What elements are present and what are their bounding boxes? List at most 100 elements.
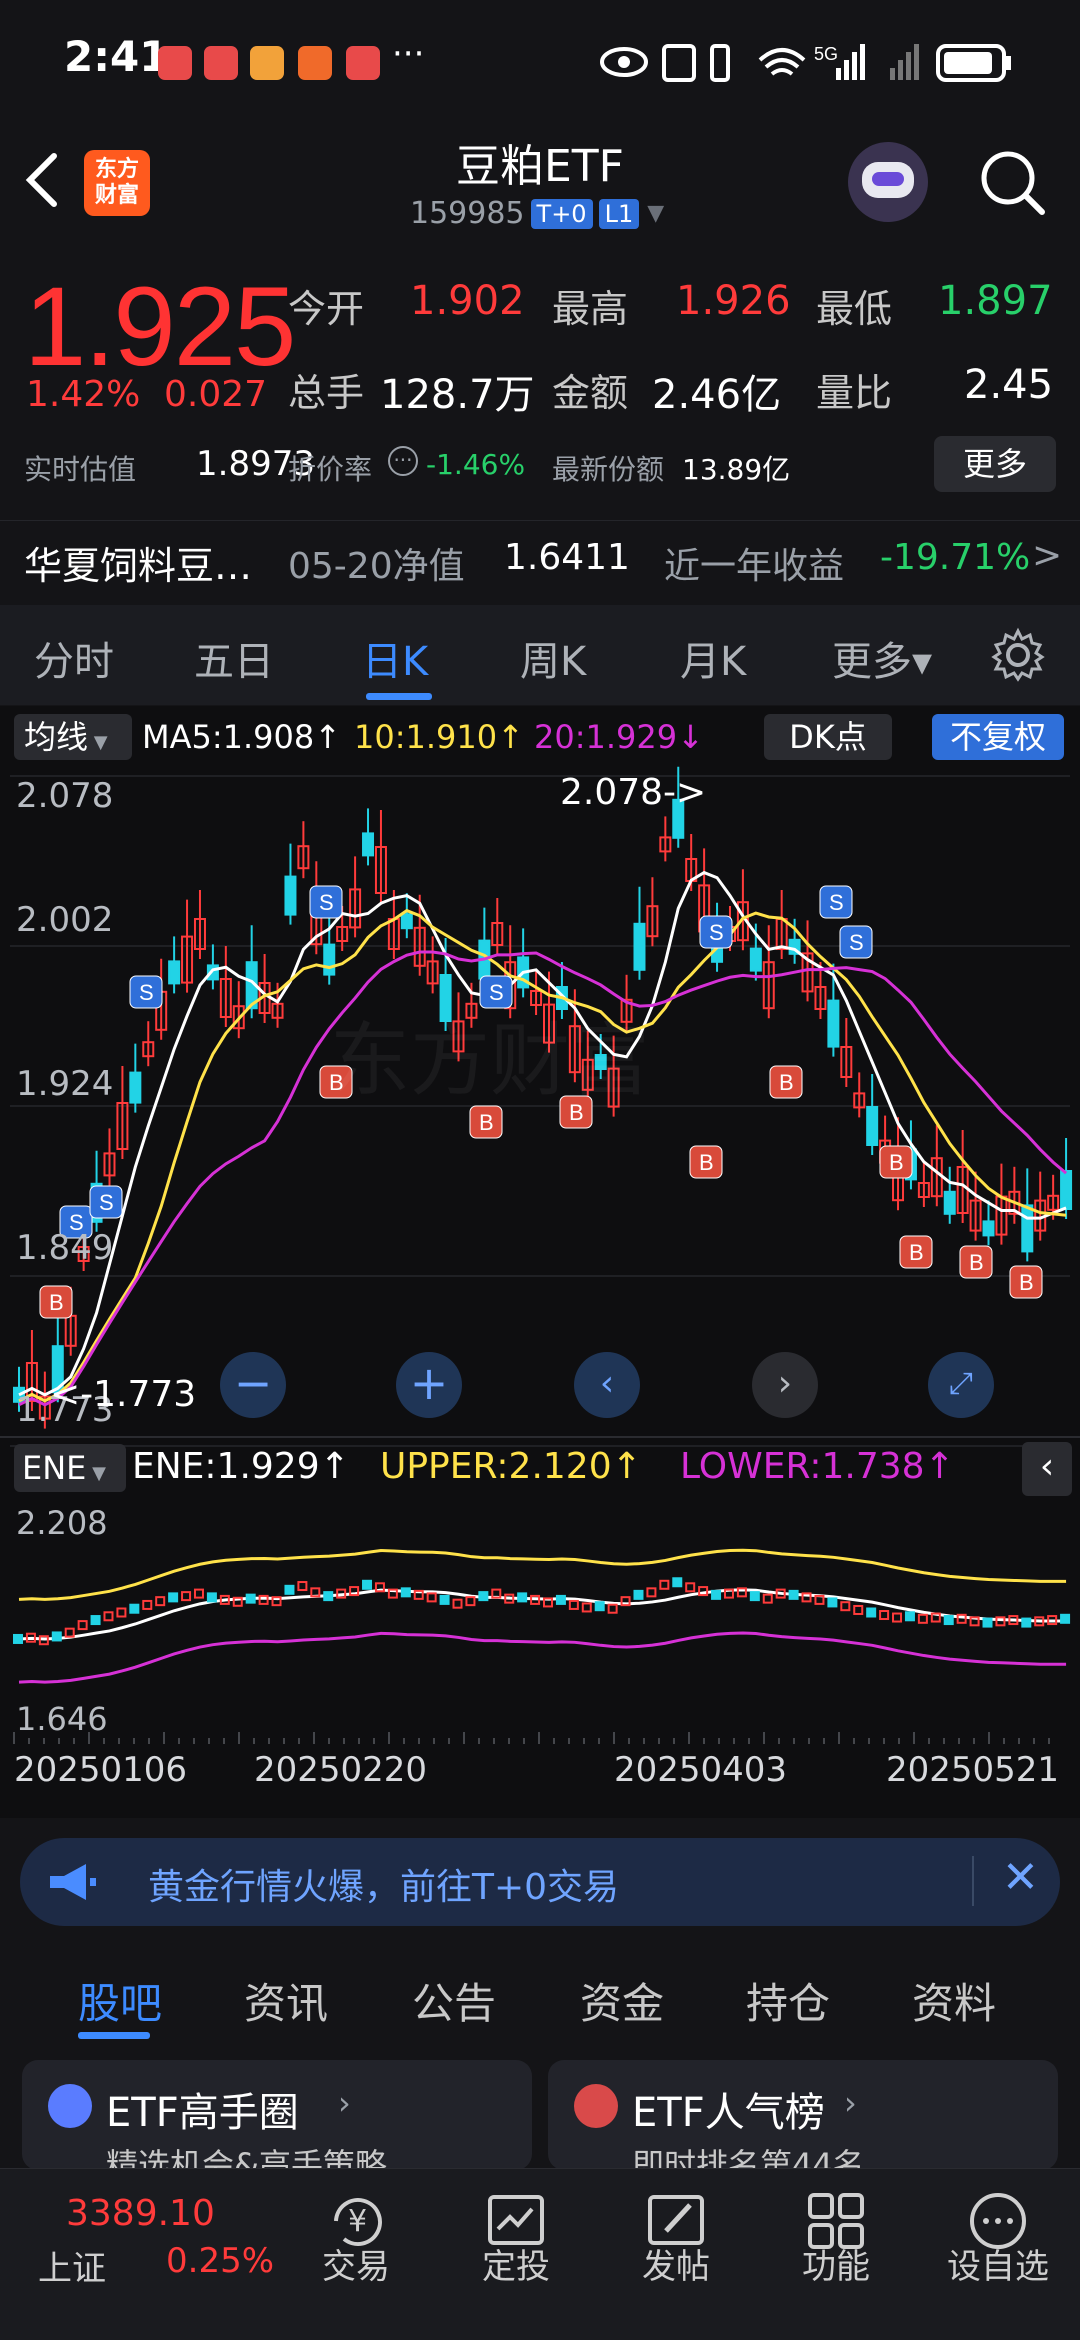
ene-candle [193,1588,204,1599]
ene-candle [904,1611,915,1622]
scroll-right-button[interactable]: › [752,1352,818,1418]
zoom-out-button[interactable]: − [220,1352,286,1418]
nav-label: 功能 [802,2247,870,2287]
buy-signal-badge: B [959,1245,993,1279]
adjust-button[interactable]: 不复权 [932,714,1064,760]
ene-candle [51,1631,62,1642]
x-label: 20250220 [254,1750,428,1790]
close-icon[interactable]: ✕ [1002,1852,1039,1903]
tab-weekly-k[interactable]: 周K [520,629,586,687]
ene-candle [853,1604,864,1615]
etf-expert-card[interactable]: ETF高手圈 › 精选机会&高手策略 [22,2060,532,2170]
discount-label: 折价率 [288,453,373,486]
nav-label: 定投 [482,2247,550,2287]
app-notification-icon [204,46,238,80]
tab-news[interactable]: 资讯 [244,1970,328,2031]
x-label: 20250106 [14,1750,188,1790]
index-change: 0.25% [166,2241,275,2281]
buy-signal-badge: B [1009,1265,1043,1299]
app-notification-icon [158,46,192,80]
search-icon[interactable] [978,148,1048,218]
app-notification-icon [298,46,332,80]
ene-candle [943,1615,954,1626]
collapse-panel-icon[interactable]: ‹ [1022,1442,1072,1496]
tab-monthly-k[interactable]: 月K [680,629,746,687]
dk-point-button[interactable]: DK点 [764,714,892,760]
sell-signal-badge: S [89,1185,123,1219]
ene-candle [646,1587,657,1598]
nav-label: 交易 [322,2247,390,2287]
more-button[interactable]: 更多 [934,436,1056,492]
estimate-label: 实时估值 [24,453,137,486]
ene-chart[interactable] [0,1496,1080,1746]
security-code[interactable]: 159985 T+0 L1 ▼ [410,196,664,231]
sub-indicator-select[interactable]: ENE ▼ [14,1444,126,1492]
ene-candle [13,1633,23,1644]
candle [168,960,181,985]
tab-guba[interactable]: 股吧 [78,1970,162,2031]
x-label: 20250521 [886,1750,1060,1790]
ene-candle [827,1597,838,1608]
svg-text:S: S [849,930,864,955]
tab-daily-k[interactable]: 日K [362,629,428,687]
indicator-select[interactable]: 均线 ▼ [14,714,132,760]
more-dots: ··· [392,34,425,74]
y-label: 2.078 [16,776,114,816]
tab-more[interactable]: 更多▾ [832,629,932,687]
ene-candle [555,1594,566,1605]
fund-name: 华夏饲料豆… [24,544,253,588]
svg-text:S: S [829,890,844,915]
tab-holdings[interactable]: 持仓 [746,1970,830,2031]
buy-signal-badge: B [39,1285,73,1319]
etf-ranking-card[interactable]: ETF人气榜 › 即时排名第44名 [548,2060,1058,2170]
robot-assistant-icon[interactable] [848,142,928,222]
fund-info-row[interactable]: 华夏饲料豆… 05-20净值 1.6411 近一年收益 -19.71% > [0,520,1080,600]
ene-candle [206,1592,217,1603]
header: 东方 财富 豆粕ETF 159985 T+0 L1 ▼ [0,120,1080,250]
kline-chart-area: 均线 ▼ MA5:1.908↑ 10:1.910↑ 20:1.929↓ DK点 … [0,706,1080,1818]
tab-funds[interactable]: 资金 [580,1970,664,2031]
status-time: 2:41 [64,32,169,81]
zoom-in-button[interactable]: + [396,1352,462,1418]
svg-text:B: B [699,1150,714,1175]
scroll-left-button[interactable]: ‹ [574,1352,640,1418]
wifi-icon [758,48,806,76]
ene-candle [711,1589,722,1600]
settings-gear-icon[interactable] [990,627,1046,683]
candle [129,1071,142,1104]
tab-announcements[interactable]: 公告 [412,1970,496,2031]
period-tabs: 分时 五日 日K 周K 月K 更多▾ [0,605,1080,705]
ene-candle [155,1596,166,1607]
chevron-down-icon: ▼ [647,201,665,226]
volume-label: 总手 [288,371,365,415]
chevron-down-icon: ▼ [88,732,108,753]
vibrate-icon [710,44,730,82]
ene-candle [581,1602,592,1613]
info-icon[interactable]: ··· [388,446,418,476]
tab-five-day[interactable]: 五日 [194,629,274,687]
ene-candle [594,1601,605,1612]
tab-intraday[interactable]: 分时 [34,629,114,687]
ene-candle [517,1592,528,1603]
open-value: 1.902 [410,278,525,324]
svg-text:¥: ¥ [348,2204,367,2239]
low-label: 最低 [816,287,893,331]
ene-candle [452,1598,463,1609]
amount-label: 金额 [552,371,629,415]
tab-profile[interactable]: 资料 [912,1970,996,2031]
ene-candle [478,1591,489,1602]
circle-logo-icon [48,2084,92,2128]
t0-tag: T+0 [530,198,593,229]
ene-candle [892,1612,903,1623]
candle [943,1190,956,1215]
card-title: ETF高手圈 [106,2090,299,2136]
candle [1060,1170,1073,1210]
promo-banner[interactable]: 黄金行情火爆，前往T+0交易 ✕ [20,1838,1060,1926]
chevron-right-icon: > [1032,535,1063,576]
candle [323,943,336,976]
ene-candle [607,1603,618,1614]
index-ticker[interactable]: 3389.10 上证 0.25% [0,2169,274,2340]
ene-candle [116,1607,127,1618]
ene-candle [659,1579,670,1590]
expand-icon[interactable]: ⤢ [928,1352,994,1418]
